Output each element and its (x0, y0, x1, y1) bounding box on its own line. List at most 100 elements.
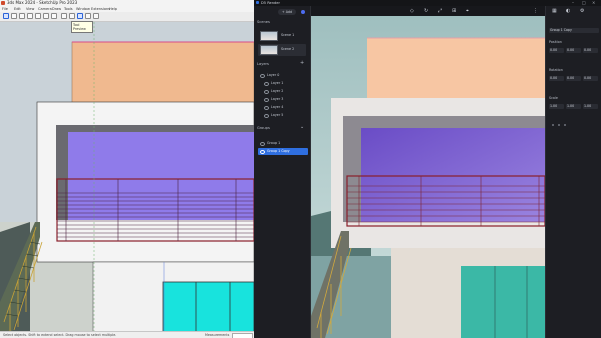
canvas-menu-icon[interactable]: ⋮ (533, 9, 538, 14)
render-glass-door (461, 266, 545, 338)
render-app-logo-icon (256, 1, 259, 4)
layer-item[interactable]: Layer 2 (262, 88, 312, 95)
layer-label: Layer 3 (271, 97, 284, 101)
rectangle-tool-icon[interactable] (35, 13, 41, 19)
tooltip-line-2: Preview (73, 27, 86, 31)
model-scene-svg (0, 22, 254, 332)
render-app-window: D5 Render – □ × Scenes + Add Scene 1 Sce… (254, 0, 601, 338)
preview-tool-icon[interactable] (77, 13, 83, 19)
position-x-field[interactable]: 0.00 (549, 48, 564, 53)
groups-header: Groups (257, 126, 270, 130)
render-plugin-icon[interactable] (93, 13, 99, 19)
render-viewport[interactable] (311, 16, 545, 338)
model-viewport[interactable] (0, 22, 254, 332)
measurements-field[interactable] (232, 333, 253, 338)
visibility-icon[interactable] (260, 142, 265, 146)
visibility-icon[interactable] (264, 90, 269, 94)
scale-y-field[interactable]: 1.00 (566, 104, 581, 109)
status-info: Select objects. Shift to extend select. … (3, 333, 117, 337)
modeling-app-window: 3ds Max 2024 - SketchUp Pro 2023 File Ed… (0, 0, 254, 338)
position-label: Position (549, 40, 562, 44)
scene-item[interactable]: Scene 2 (258, 44, 306, 56)
layer-item[interactable]: Layer 5 (262, 112, 312, 119)
rotate-gizmo-icon[interactable]: ↻ (424, 9, 428, 14)
select-tool-icon[interactable] (3, 13, 9, 19)
paint-tool-icon[interactable] (19, 13, 25, 19)
modeling-statusbar: Select objects. Shift to extend select. … (0, 331, 254, 338)
group-item-selected[interactable]: Group 1 Copy (258, 148, 308, 155)
render-balcony-inner (361, 128, 545, 222)
group-label: Group 1 (267, 141, 281, 145)
layer-item[interactable]: Layer 4 (262, 104, 312, 111)
scene-status-dot (301, 10, 305, 14)
eraser-tool-icon[interactable] (11, 13, 17, 19)
line-tool-icon[interactable] (27, 13, 33, 19)
layer-label: Layer 4 (271, 105, 284, 109)
properties-panel: ▦ ◐ ⚙ Group 1 Copy Position Rotation Sca… (545, 6, 601, 338)
layer-item[interactable]: Layer 3 (262, 96, 312, 103)
visibility-icon[interactable] (264, 114, 269, 118)
move-gizmo-icon[interactable]: ◇ (410, 9, 414, 14)
render-toolbar: ◇ ↻ ⤢ ⊞ ⌖ ⋮ (311, 6, 545, 16)
position-z-field[interactable]: 0.00 (583, 48, 598, 53)
scale-gizmo-icon[interactable]: ⤢ (438, 9, 442, 14)
option-dot[interactable] (558, 124, 560, 126)
orbit-tool-icon[interactable] (61, 13, 67, 19)
visibility-icon[interactable] (260, 74, 265, 78)
option-dot[interactable] (552, 124, 554, 126)
add-scene-button[interactable]: + Add (278, 9, 296, 15)
layer-label: Layer 2 (271, 89, 284, 93)
scene-panel: Scenes + Add Scene 1 Scene 2 Layers + La… (254, 6, 311, 338)
render-scene-svg (311, 16, 545, 338)
scenes-header: Scenes (257, 20, 270, 24)
scene-label: Scene 1 (281, 33, 295, 37)
render-upper-block (367, 38, 545, 100)
rotation-label: Rotation (549, 68, 563, 72)
align-icon[interactable]: ⊞ (452, 9, 456, 14)
scale-z-field[interactable]: 1.00 (583, 104, 598, 109)
option-dot[interactable] (564, 124, 566, 126)
zoom-tool-icon[interactable] (85, 13, 91, 19)
pan-tool-icon[interactable] (69, 13, 75, 19)
scene-label: Scene 2 (281, 47, 295, 51)
add-layer-icon[interactable]: + (300, 60, 304, 66)
material-tab-icon[interactable]: ◐ (566, 9, 570, 14)
group-menu-icon[interactable]: ⌄ (300, 124, 304, 130)
object-name-field[interactable]: Group 1 Copy (549, 28, 599, 33)
layer-label: Layer 0 (267, 73, 280, 77)
rotation-y-field[interactable]: 0.00 (566, 76, 581, 81)
visibility-icon[interactable] (260, 150, 265, 154)
layer-label: Layer 5 (271, 113, 284, 117)
modeling-toolbar (0, 12, 254, 22)
rotation-z-field[interactable]: 0.00 (583, 76, 598, 81)
position-y-field[interactable]: 0.00 (566, 48, 581, 53)
scene-thumbnail (260, 31, 278, 41)
scale-label: Scale (549, 96, 558, 100)
settings-tab-icon[interactable]: ⚙ (580, 9, 584, 14)
layers-header: Layers (257, 62, 269, 66)
balcony-inner-wall (68, 132, 254, 220)
snap-icon[interactable]: ⌖ (466, 9, 469, 14)
layer-label: Layer 1 (271, 81, 284, 85)
group-item[interactable]: Group 1 (258, 140, 308, 147)
properties-tab-icon[interactable]: ▦ (552, 9, 557, 14)
layer-item[interactable]: Layer 1 (262, 80, 312, 87)
layer-item[interactable]: Layer 0 (258, 72, 308, 79)
visibility-icon[interactable] (264, 98, 269, 102)
scene-thumbnail (260, 45, 278, 55)
group-label: Group 1 Copy (267, 149, 290, 153)
rotation-x-field[interactable]: 0.00 (549, 76, 564, 81)
visibility-icon[interactable] (264, 82, 269, 86)
minimize-icon[interactable]: – (572, 1, 574, 5)
toolbar-tooltip: Tool Preview (71, 21, 93, 33)
scale-x-field[interactable]: 1.00 (549, 104, 564, 109)
glass-door (162, 281, 254, 332)
circle-tool-icon[interactable] (43, 13, 49, 19)
close-icon[interactable]: × (592, 1, 595, 5)
measurements-label: Measurements (205, 333, 230, 337)
move-tool-icon[interactable] (51, 13, 57, 19)
visibility-icon[interactable] (264, 106, 269, 110)
maximize-icon[interactable]: □ (582, 1, 586, 5)
app-logo-icon (1, 1, 5, 5)
scene-item[interactable]: Scene 1 (258, 30, 306, 42)
